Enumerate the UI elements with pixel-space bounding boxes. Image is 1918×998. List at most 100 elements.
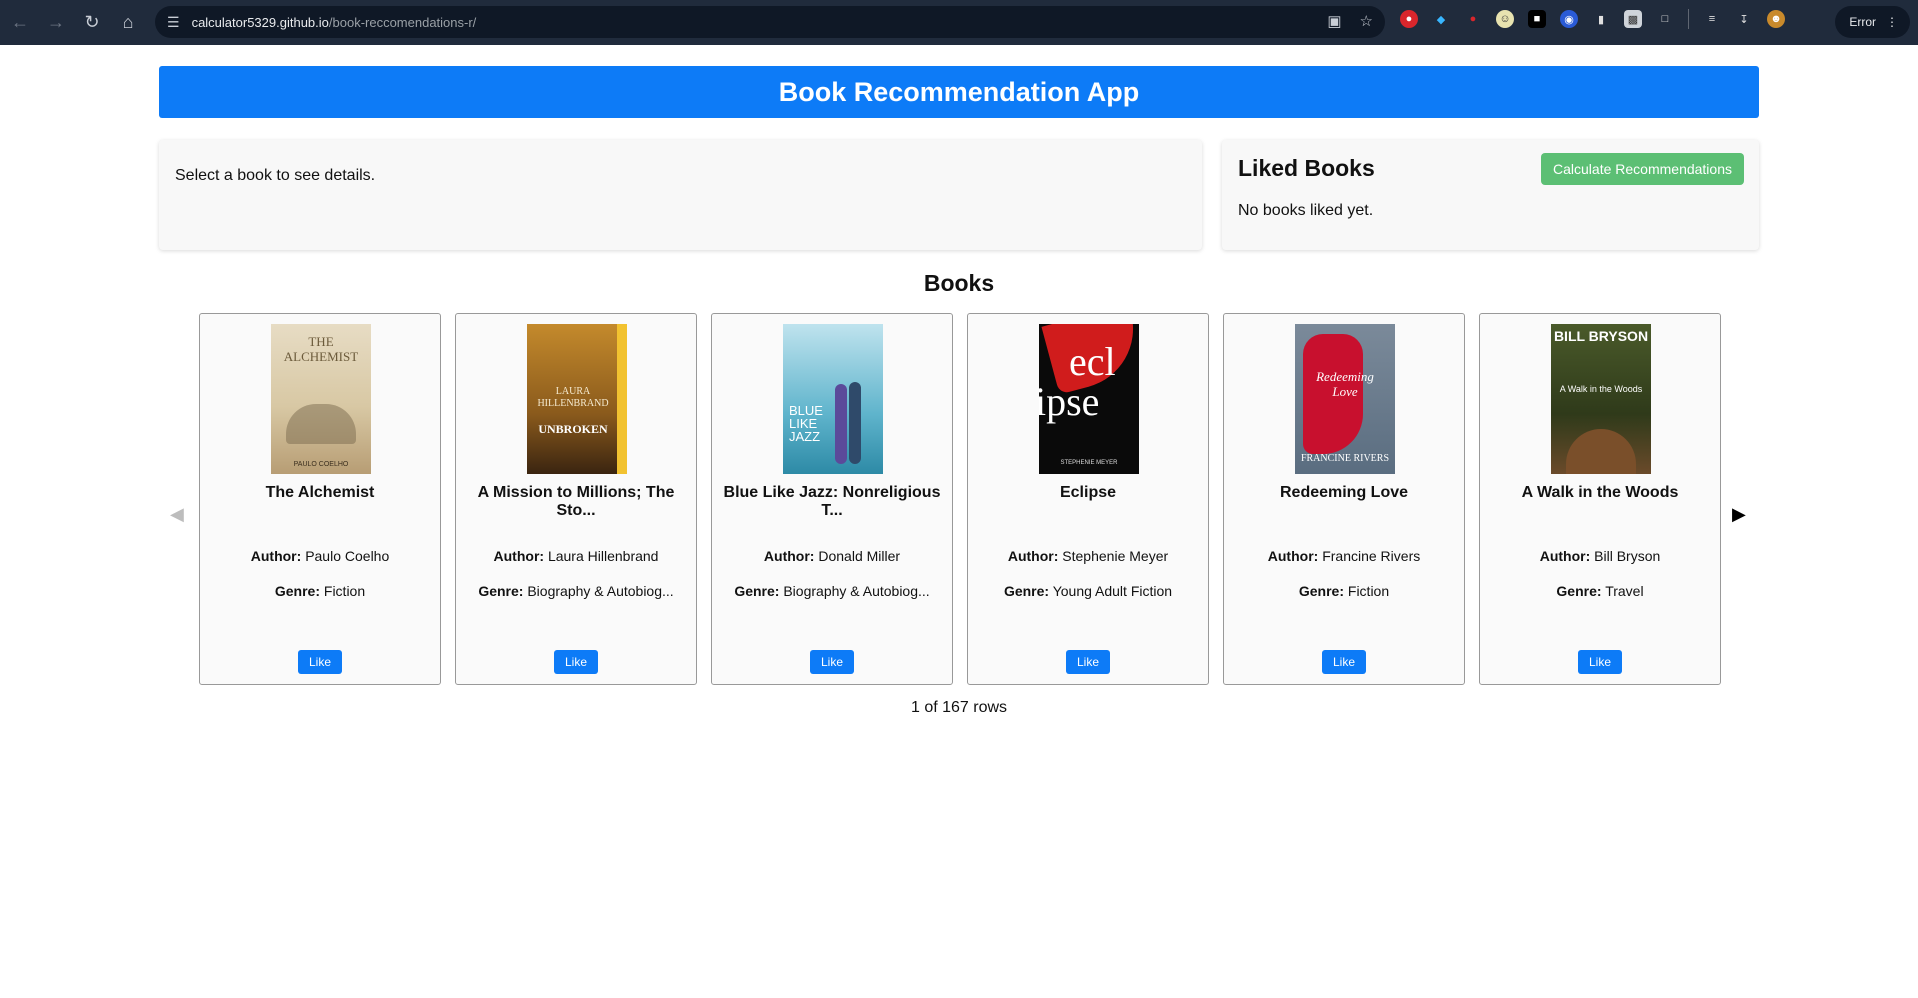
genre-label: Genre: [1003,583,1050,599]
bookmark-star-icon[interactable]: ☆ [1360,12,1373,30]
extensions-puzzle-icon[interactable]: □ [1656,10,1674,28]
author-label: Author: [1007,548,1059,564]
url-path: /book-reccomendations-r/ [328,14,477,30]
author-value: Stephenie Meyer [1062,548,1169,564]
extension-mic-icon[interactable]: ● [1464,10,1482,28]
cover-text: PAULO COELHO [293,461,349,468]
extension-face-icon[interactable]: ☺ [1496,10,1514,28]
liked-books-title: Liked Books [1238,155,1375,181]
cover-text: THE [308,334,334,349]
cover-text: STEPHENIE MEYER [1060,460,1118,466]
book-cover[interactable]: ecl ipse STEPHENIE MEYER [1039,324,1139,474]
like-button[interactable]: Like [1066,650,1110,674]
book-cover[interactable]: BILL BRYSON A Walk in the Woods [1551,324,1651,474]
book-author: Author: Stephenie Meyer [968,548,1208,564]
author-value: Laura Hillenbrand [547,548,659,564]
home-icon[interactable]: ⌂ [110,4,146,40]
book-author: Author: Francine Rivers [1224,548,1464,564]
book-genre: Genre: Biography & Autobiog... [712,583,952,599]
extension-diamond-icon[interactable]: ◆ [1432,10,1450,28]
cover-text: ipse [1039,379,1100,424]
toolbar-divider [1688,9,1689,29]
cover-text: Redeeming [1316,369,1374,384]
page-title: Book Recommendation App [778,76,1140,107]
book-cover[interactable]: LAURA HILLENBRAND UNBROKEN [527,324,627,474]
app-header: Book Recommendation App [159,66,1759,118]
cover-text: LAURA [555,386,591,397]
cover-text: UNBROKEN [538,422,608,436]
genre-label: Genre: [478,583,524,599]
book-author: Author: Laura Hillenbrand [456,548,696,564]
extension-image-icon[interactable]: ▩ [1624,10,1642,28]
book-title: Eclipse [1059,484,1117,501]
book-card[interactable]: BLUE LIKE JAZZ Blue Like Jazz: Nonreligi… [711,313,953,685]
liked-books-panel: Liked Books Calculate Recommendations No… [1222,140,1759,250]
book-author: Author: Bill Bryson [1480,548,1720,564]
download-icon[interactable]: ↧ [1735,10,1753,28]
genre-value: Fiction [323,583,366,599]
genre-value: Fiction [1347,583,1390,599]
book-cover[interactable]: BLUE LIKE JAZZ [783,324,883,474]
site-info-icon[interactable]: ☰ [167,14,180,31]
forward-icon[interactable]: → [38,4,74,40]
author-label: Author: [763,548,815,564]
cover-text: ecl [1069,339,1116,384]
book-title: A Walk in the Woods [1521,484,1679,501]
genre-label: Genre: [1556,583,1602,599]
genre-label: Genre: [274,583,320,599]
book-title: Blue Like Jazz: Nonreligious T... [723,484,941,519]
like-button[interactable]: Like [810,650,854,674]
book-card[interactable]: Redeeming Love FRANCINE RIVERS Redeeming… [1223,313,1465,685]
author-value: Paulo Coelho [305,548,390,564]
book-genre: Genre: Fiction [200,583,440,599]
author-label: Author: [493,548,545,564]
extension-bars-icon[interactable]: ▮ [1592,10,1610,28]
book-cover[interactable]: Redeeming Love FRANCINE RIVERS [1295,324,1395,474]
genre-value: Young Adult Fiction [1052,583,1173,599]
book-card[interactable]: BILL BRYSON A Walk in the Woods A Walk i… [1479,313,1721,685]
extension-red-icon[interactable]: ● [1400,10,1418,28]
url-host: calculator5329.github.io [191,14,329,30]
carousel-prev-icon[interactable]: ◀ [170,504,184,525]
genre-label: Genre: [1298,583,1344,599]
profile-error-button[interactable]: Error ⋮ [1835,6,1910,38]
carousel-next-icon[interactable]: ▶ [1732,504,1746,525]
book-genre: Genre: Fiction [1224,583,1464,599]
book-card[interactable]: THE ALCHEMIST PAULO COELHO The Alchemist… [199,313,441,685]
book-card[interactable]: LAURA HILLENBRAND UNBROKEN A Mission to … [455,313,697,685]
genre-label: Genre: [734,583,780,599]
cover-text: ALCHEMIST [283,349,359,364]
kebab-menu-icon[interactable]: ⋮ [1886,15,1898,29]
cover-text: JAZZ [789,429,821,444]
back-icon[interactable]: ← [2,4,38,40]
browser-toolbar: ← → ↻ ⌂ ☰ calculator5329.github.io/book-… [0,0,1918,45]
cover-text: Love [1332,384,1358,399]
reload-icon[interactable]: ↻ [74,4,110,40]
profile-avatar-icon[interactable]: ☻ [1767,10,1785,28]
genre-value: Travel [1605,583,1644,599]
extension-lock-icon[interactable]: ■ [1528,10,1546,28]
book-title: Redeeming Love [1279,484,1409,501]
author-value: Donald Miller [818,548,901,564]
like-button[interactable]: Like [1322,650,1366,674]
install-app-icon[interactable]: ▣ [1327,12,1341,30]
reading-list-icon[interactable]: ≡ [1703,10,1721,28]
pagination-status: 1 of 167 rows [910,699,1008,716]
book-author: Author: Donald Miller [712,548,952,564]
genre-value: Biography & Autobiog... [783,583,930,599]
like-button[interactable]: Like [554,650,598,674]
extension-blue-icon[interactable]: ◉ [1560,10,1578,28]
book-card[interactable]: ecl ipse STEPHENIE MEYER Eclipse Author:… [967,313,1209,685]
like-button[interactable]: Like [298,650,342,674]
book-genre: Genre: Travel [1480,583,1720,599]
author-label: Author: [250,548,302,564]
book-genre: Genre: Young Adult Fiction [968,583,1208,599]
details-placeholder: Select a book to see details. [175,167,376,184]
cover-text: A Walk in the Woods [1559,384,1643,394]
book-cover[interactable]: THE ALCHEMIST PAULO COELHO [271,324,371,474]
cover-text: FRANCINE RIVERS [1300,453,1390,464]
genre-value: Biography & Autobiog... [527,583,674,599]
calculate-recommendations-button[interactable]: Calculate Recommendations [1541,153,1744,185]
like-button[interactable]: Like [1578,650,1622,674]
address-bar[interactable]: ☰ calculator5329.github.io/book-reccomen… [155,6,1385,38]
